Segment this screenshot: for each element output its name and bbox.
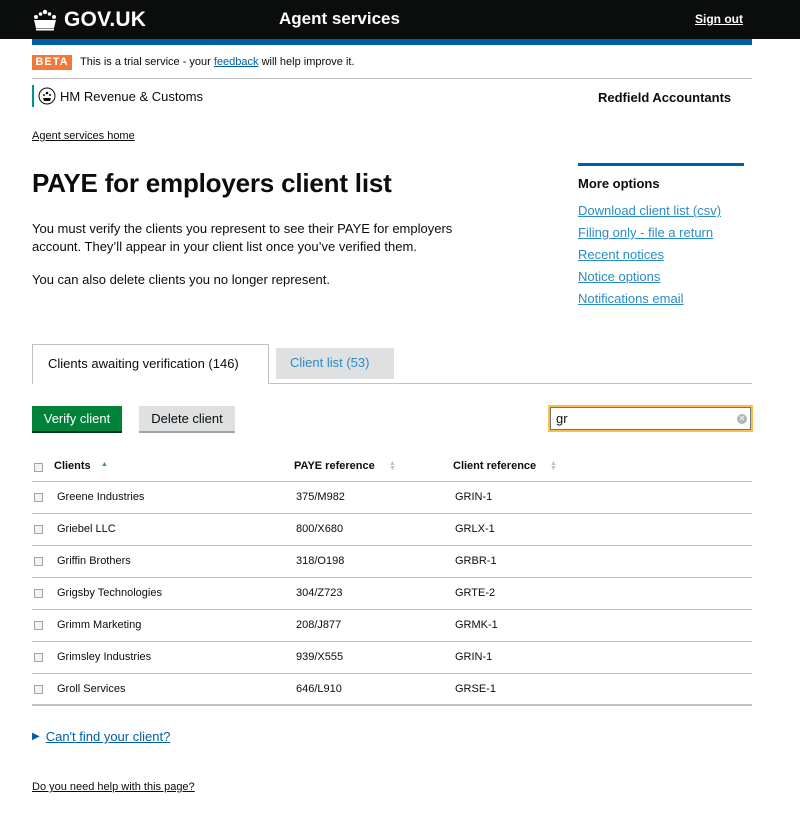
beta-text-after: will help improve it. xyxy=(258,56,355,68)
header-blue-bar xyxy=(32,39,752,45)
row-checkbox[interactable] xyxy=(34,525,43,534)
client-name: Grigsby Technologies xyxy=(57,587,162,599)
row-checkbox[interactable] xyxy=(34,557,43,566)
crown-icon xyxy=(34,9,56,30)
client-name: Griebel LLC xyxy=(57,523,116,535)
page-title: PAYE for employers client list xyxy=(32,168,392,198)
table-row: Griffin Brothers 318/O198 GRBR-1 xyxy=(32,546,752,578)
client-reference: GRLX-1 xyxy=(455,523,495,535)
beta-text: This is a trial service - your feedback … xyxy=(80,56,355,68)
breadcrumb-agent-services-home[interactable]: Agent services home xyxy=(32,130,135,142)
table-row: Groll Services 646/L910 GRSE-1 xyxy=(32,674,752,706)
client-reference: GRIN-1 xyxy=(455,491,493,503)
row-checkbox[interactable] xyxy=(34,493,43,502)
client-reference: GRTE-2 xyxy=(455,587,496,599)
disclosure-triangle-icon[interactable]: ▶ xyxy=(32,731,40,742)
paye-reference: 800/X680 xyxy=(296,523,344,535)
agent-name: Redfield Accountants xyxy=(598,90,732,105)
beta-tag: BETA xyxy=(32,55,72,70)
table-row: Greene Industries 375/M982 GRIN-1 xyxy=(32,482,752,514)
more-options-title: More options xyxy=(578,176,660,191)
table-header-row: Clients ▲ PAYE reference ▲ ▼ Client refer… xyxy=(32,452,752,482)
department-logo: HM Revenue & Customs xyxy=(32,85,203,107)
paye-reference: 939/X555 xyxy=(296,651,344,663)
sort-ascending-icon[interactable]: ▲ xyxy=(101,461,108,468)
hmrc-crest-icon xyxy=(38,87,56,105)
cant-find-client-details[interactable]: ▶ Can't find your client? xyxy=(32,729,170,744)
select-all-checkbox[interactable] xyxy=(34,463,43,472)
notifications-email-link[interactable]: Notifications email xyxy=(578,291,744,306)
client-name: Greene Industries xyxy=(57,491,145,503)
department-name: HM Revenue & Customs xyxy=(60,88,204,104)
beta-banner: BETA This is a trial service - your feed… xyxy=(32,55,752,79)
paye-reference: 318/O198 xyxy=(296,555,345,567)
row-checkbox[interactable] xyxy=(34,685,43,694)
download-client-list-link[interactable]: Download client list (csv) xyxy=(578,203,744,218)
table-row: Griebel LLC 800/X680 GRLX-1 xyxy=(32,514,752,546)
client-name: Grimsley Industries xyxy=(57,651,152,663)
client-reference: GRMK-1 xyxy=(455,619,498,631)
client-name: Grimm Marketing xyxy=(57,619,142,631)
intro-text-delete: You can also delete clients you no longe… xyxy=(32,272,330,287)
paye-reference: 304/Z723 xyxy=(296,587,343,599)
sort-unsorted-icon[interactable]: ▲ ▼ xyxy=(550,460,557,472)
filing-only-link[interactable]: Filing only - file a return xyxy=(578,225,744,240)
search-field-focus-ring: ✕ xyxy=(548,405,753,432)
column-header-client-reference[interactable]: Client reference xyxy=(453,460,536,472)
client-name: Griffin Brothers xyxy=(57,555,131,567)
table-row: Grigsby Technologies 304/Z723 GRTE-2 xyxy=(32,578,752,610)
column-header-clients[interactable]: Clients xyxy=(54,460,91,472)
client-reference: GRIN-1 xyxy=(455,651,493,663)
sign-out-link[interactable]: Sign out xyxy=(695,12,743,26)
clients-table: Clients ▲ PAYE reference ▲ ▼ Client refer… xyxy=(32,452,752,706)
paye-reference: 375/M982 xyxy=(296,491,345,503)
recent-notices-link[interactable]: Recent notices xyxy=(578,247,744,262)
table-row: Grimsley Industries 939/X555 GRIN-1 xyxy=(32,642,752,674)
client-name: Groll Services xyxy=(57,683,126,695)
sort-unsorted-icon[interactable]: ▲ ▼ xyxy=(389,460,396,472)
tab-client-list[interactable]: Client list (53) xyxy=(276,348,394,379)
client-reference: GRBR-1 xyxy=(455,555,497,567)
delete-client-button[interactable]: Delete client xyxy=(139,406,235,433)
row-checkbox[interactable] xyxy=(34,589,43,598)
client-reference: GRSE-1 xyxy=(455,683,496,695)
more-options-sidebar: More options Download client list (csv) … xyxy=(578,163,744,313)
feedback-link[interactable]: feedback xyxy=(214,56,259,68)
column-header-paye-reference[interactable]: PAYE reference xyxy=(294,460,375,472)
intro-text: You must verify the clients you represen… xyxy=(32,221,453,254)
govuk-logo-text: GOV.UK xyxy=(64,7,147,31)
client-search-input[interactable] xyxy=(550,407,751,430)
row-checkbox[interactable] xyxy=(34,653,43,662)
help-with-page-link[interactable]: Do you need help with this page? xyxy=(32,781,195,793)
govuk-header: GOV.UK Agent services Sign out xyxy=(0,0,800,39)
table-row: Grimm Marketing 208/J877 GRMK-1 xyxy=(32,610,752,642)
tab-clients-awaiting-verification[interactable]: Clients awaiting verification (146) xyxy=(32,344,269,384)
cant-find-client-link[interactable]: Can't find your client? xyxy=(46,729,171,744)
beta-text-before: This is a trial service - your xyxy=(80,56,214,68)
notice-options-link[interactable]: Notice options xyxy=(578,269,744,284)
clear-search-icon[interactable]: ✕ xyxy=(737,414,747,424)
paye-reference: 646/L910 xyxy=(296,683,342,695)
paye-reference: 208/J877 xyxy=(296,619,342,631)
govuk-logo-link[interactable]: GOV.UK xyxy=(32,6,146,33)
verify-client-button[interactable]: Verify client xyxy=(32,406,122,433)
service-name-link[interactable]: Agent services xyxy=(279,9,400,29)
row-checkbox[interactable] xyxy=(34,621,43,630)
